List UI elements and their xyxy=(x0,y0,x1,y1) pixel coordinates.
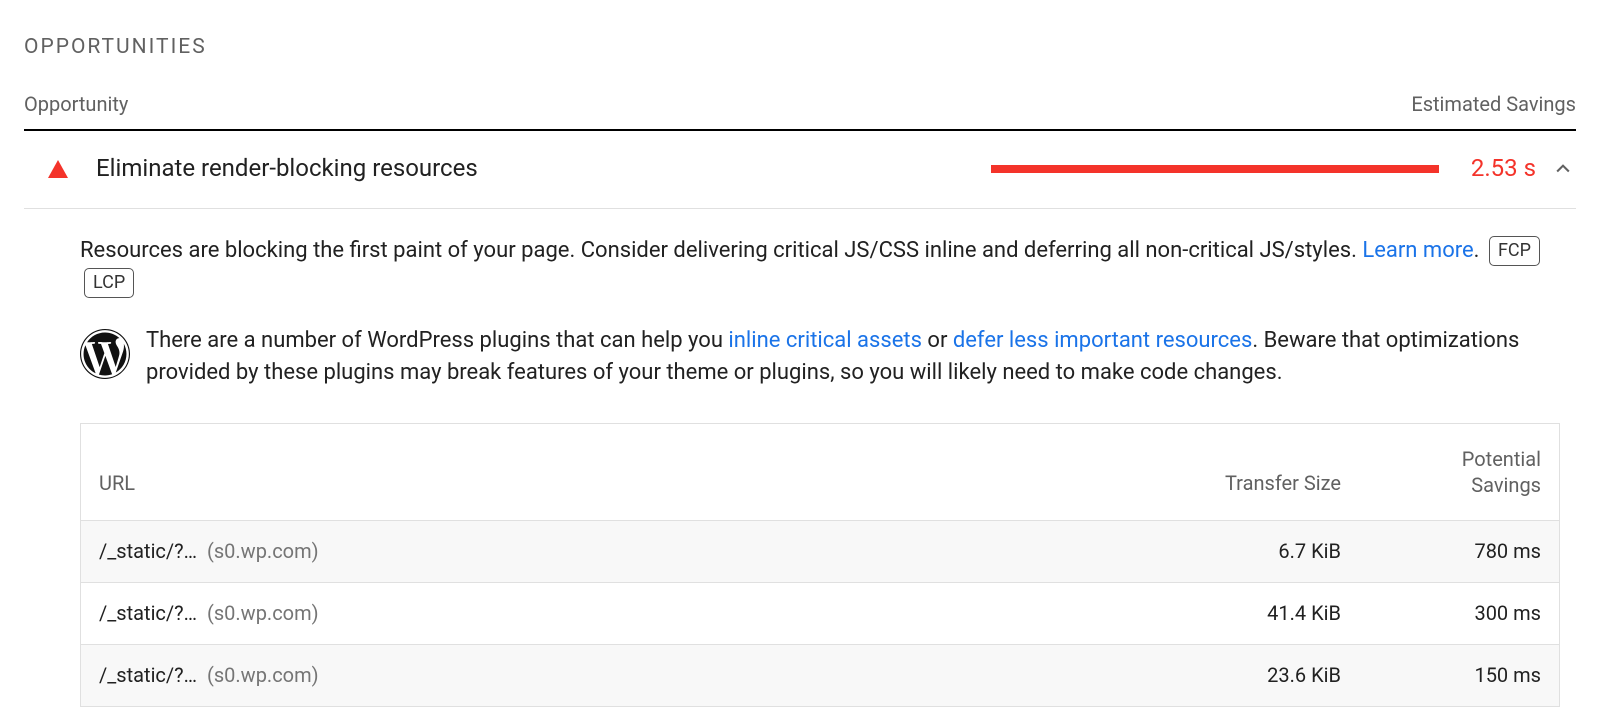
table-row: /_static/?… (s0.wp.com) 6.7 KiB 780 ms xyxy=(81,520,1559,582)
defer-resources-link[interactable]: defer less important resources xyxy=(953,328,1252,353)
section-title: OPPORTUNITIES xyxy=(24,32,1576,62)
opportunity-title: Eliminate render-blocking resources xyxy=(96,151,478,186)
resource-host: (s0.wp.com) xyxy=(207,663,319,687)
resource-savings: 780 ms xyxy=(1341,537,1541,566)
learn-more-link[interactable]: Learn more xyxy=(1362,238,1473,263)
fcp-badge: FCP xyxy=(1489,236,1540,266)
opportunity-row[interactable]: Eliminate render-blocking resources 2.53… xyxy=(24,131,1576,209)
resource-path: /_static/?… xyxy=(99,663,197,687)
col-size-header: Transfer Size xyxy=(1141,469,1341,498)
inline-critical-assets-link[interactable]: inline critical assets xyxy=(728,328,922,353)
chevron-up-icon[interactable] xyxy=(1550,156,1576,182)
lcp-badge: LCP xyxy=(84,268,134,298)
resource-path: /_static/?… xyxy=(99,601,197,625)
resource-host: (s0.wp.com) xyxy=(207,539,319,563)
col-savings-header: PotentialSavings xyxy=(1341,446,1541,498)
header-savings-label: Estimated Savings xyxy=(1411,90,1576,119)
wordpress-hint-text: There are a number of WordPress plugins … xyxy=(146,325,1576,389)
resource-size: 6.7 KiB xyxy=(1141,537,1341,566)
triangle-warning-icon xyxy=(48,160,68,178)
resource-size: 23.6 KiB xyxy=(1141,661,1341,690)
description-text: Resources are blocking the first paint o… xyxy=(80,238,1362,263)
resource-host: (s0.wp.com) xyxy=(207,601,319,625)
wordpress-icon xyxy=(80,329,130,379)
resources-table: URL Transfer Size PotentialSavings /_sta… xyxy=(80,423,1560,707)
savings-value: 2.53 s xyxy=(1471,151,1536,186)
savings-bar xyxy=(991,165,1439,173)
table-row: /_static/?… (s0.wp.com) 23.6 KiB 150 ms xyxy=(81,644,1559,706)
opportunity-description: Resources are blocking the first paint o… xyxy=(24,209,1576,309)
resource-savings: 150 ms xyxy=(1341,661,1541,690)
resource-savings: 300 ms xyxy=(1341,599,1541,628)
col-url-header: URL xyxy=(99,469,1141,498)
table-row: /_static/?… (s0.wp.com) 41.4 KiB 300 ms xyxy=(81,582,1559,644)
resource-path: /_static/?… xyxy=(99,539,197,563)
header-opportunity-label: Opportunity xyxy=(24,90,128,119)
table-header: URL Transfer Size PotentialSavings xyxy=(81,424,1559,520)
resource-size: 41.4 KiB xyxy=(1141,599,1341,628)
opportunity-header-row: Opportunity Estimated Savings xyxy=(24,90,1576,131)
description-period: . xyxy=(1474,238,1480,263)
wordpress-hint-row: There are a number of WordPress plugins … xyxy=(24,309,1576,389)
